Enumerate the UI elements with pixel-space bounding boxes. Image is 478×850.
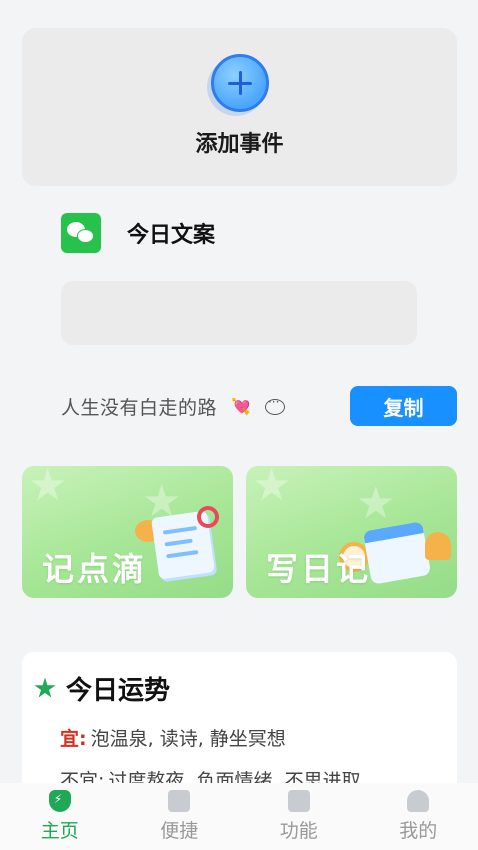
quote-text: 人生没有白走的路 xyxy=(61,397,218,419)
wechat-icon xyxy=(61,213,101,253)
daily-copy-box xyxy=(61,281,417,345)
fortune-good-value: 泡温泉, 读诗, 静坐冥想 xyxy=(90,728,286,750)
tab-home[interactable]: 主页 xyxy=(0,790,119,843)
write-diary-card[interactable]: ★ ★ 写日记 xyxy=(246,466,457,598)
daily-copy-title: 今日文案 xyxy=(127,223,216,248)
fortune-title: 今日运势 xyxy=(66,676,171,706)
record-moments-card[interactable]: ★ ★ 记点滴 xyxy=(22,466,233,598)
tab-mine[interactable]: 我的 xyxy=(359,790,478,843)
tab-shortcuts-label: 便捷 xyxy=(160,820,199,842)
star-badge-icon xyxy=(34,677,56,698)
plus-circle-icon[interactable] xyxy=(210,54,269,112)
tab-functions-label: 功能 xyxy=(279,820,318,842)
tab-mine-label: 我的 xyxy=(399,820,438,842)
tab-functions[interactable]: 功能 xyxy=(239,790,358,843)
user-icon xyxy=(407,790,430,812)
chat-bubble-icon xyxy=(264,395,285,415)
fortune-header: 今日运势 xyxy=(34,670,170,707)
add-event-label: 添加事件 xyxy=(195,132,284,157)
heart-icon: 💘 xyxy=(231,397,251,416)
bottom-tab-bar: 主页 便捷 功能 我的 xyxy=(0,783,478,850)
fortune-good-key: 宜: xyxy=(60,728,87,750)
quote-row: 人生没有白走的路 💘 xyxy=(61,393,285,420)
write-diary-label: 写日记 xyxy=(266,550,372,588)
daily-copy-header: 今日文案 xyxy=(61,213,215,253)
tab-home-label: 主页 xyxy=(40,820,79,842)
record-moments-label: 记点滴 xyxy=(42,550,148,588)
calendar-grid-icon xyxy=(287,790,310,812)
star-icon: ★ xyxy=(356,478,396,529)
tab-shortcuts[interactable]: 便捷 xyxy=(120,790,239,843)
magnifier-icon xyxy=(197,506,219,528)
fortune-good-line: 宜: 泡温泉, 读诗, 静坐冥想 xyxy=(60,724,286,751)
calendar-icon xyxy=(362,521,432,585)
add-event-card[interactable]: 添加事件 xyxy=(22,28,457,186)
star-icon: ★ xyxy=(28,466,68,511)
note-icon xyxy=(168,790,191,812)
star-icon: ★ xyxy=(252,466,292,511)
bell-icon xyxy=(425,532,451,560)
shield-bolt-icon xyxy=(48,790,71,812)
copy-button[interactable]: 复制 xyxy=(350,386,457,426)
